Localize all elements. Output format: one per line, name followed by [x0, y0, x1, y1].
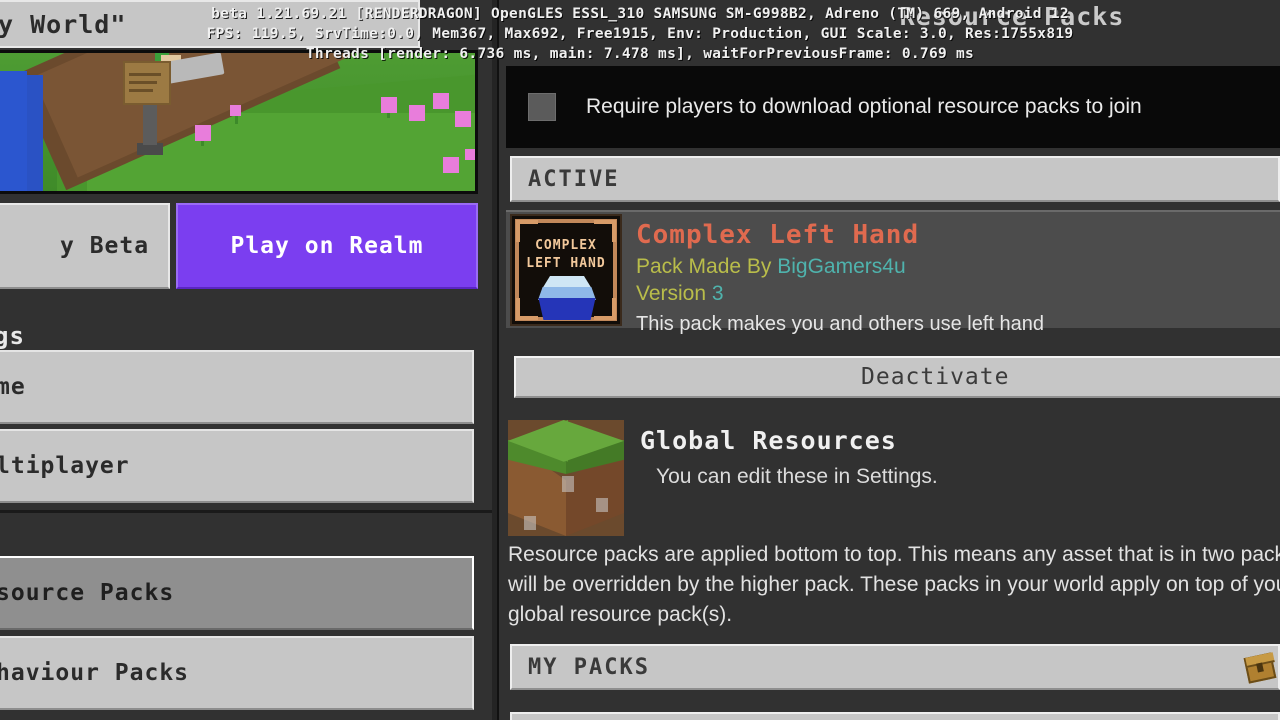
sidebar-item-multiplayer[interactable]: ltiplayer — [0, 429, 474, 503]
pack-version-prefix: Version — [636, 281, 712, 305]
pack-author-name: BigGamers4u — [777, 255, 906, 278]
sidebar-item-behaviour-packs-label: haviour Packs — [0, 660, 190, 686]
active-pack-card[interactable]: COMPLEX LEFT HAND Complex Left Hand Pack… — [506, 210, 1280, 335]
global-resources-subtitle: You can edit these in Settings. — [656, 465, 938, 488]
sidebar-item-resource-packs-label: source Packs — [0, 580, 175, 606]
deactivate-label: Deactivate — [861, 364, 1010, 390]
deactivate-button[interactable]: Deactivate — [514, 356, 1280, 398]
grass-block-icon — [508, 420, 624, 536]
active-section-header: ACTIVE — [510, 156, 1280, 202]
play-beta-label: y Beta — [60, 233, 150, 259]
sidebar-item-behaviour-packs[interactable]: haviour Packs — [0, 636, 474, 710]
pack-thumb-line1: COMPLEX — [535, 238, 597, 253]
active-section-title: ACTIVE — [528, 166, 620, 192]
chest-icon — [1243, 652, 1277, 684]
global-resources-title: Global Resources — [640, 426, 897, 455]
pack-version-line: Version 3 — [636, 281, 1044, 308]
page-title: Resource Packs — [899, 2, 1125, 31]
world-preview-image — [0, 50, 478, 194]
sidebar-item-game[interactable]: me — [0, 350, 474, 424]
pack-author-prefix: Pack Made By — [636, 255, 778, 278]
global-resources-row[interactable]: Global Resources You can edit these in S… — [508, 420, 1278, 538]
pack-version-number: 3 — [711, 281, 724, 305]
pack-description: This pack makes you and others use left … — [636, 312, 1045, 335]
pack-name: Complex Left Hand — [636, 220, 920, 250]
require-download-checkbox[interactable] — [528, 93, 556, 121]
pack-author-line: Pack Made By BigGamers4u — [636, 254, 1044, 281]
pack-thumb-line2: LEFT HAND — [526, 256, 606, 271]
settings-section-text: gs — [0, 322, 25, 350]
require-download-toggle-row[interactable]: Require players to download optional res… — [506, 66, 1280, 148]
left-panel: y World" y Beta Play on Realm gs me ltip… — [0, 0, 492, 720]
sidebar-item-multiplayer-label: ltiplayer — [0, 453, 130, 479]
sidebar-item-game-label: me — [0, 374, 26, 400]
play-on-realm-label: Play on Realm — [230, 233, 424, 259]
resource-pack-explanation: Resource packs are applied bottom to top… — [508, 543, 1280, 626]
my-packs-header: MY PACKS — [510, 644, 1280, 690]
panel-divider — [492, 0, 499, 720]
settings-section-label: gs — [0, 318, 234, 354]
play-on-realm-button[interactable]: Play on Realm — [176, 203, 478, 289]
require-download-label: Require players to download optional res… — [586, 95, 1142, 118]
my-packs-title: MY PACKS — [528, 654, 650, 680]
play-beta-button[interactable]: y Beta — [0, 203, 170, 289]
my-packs-first-row[interactable] — [510, 712, 1280, 720]
diamond-icon — [536, 276, 598, 320]
world-action-buttons: y Beta Play on Realm — [0, 203, 478, 289]
minecraft-resource-packs-screen: y World" y Beta Play on Realm gs me ltip… — [0, 0, 1280, 720]
pack-thumbnail-icon: COMPLEX LEFT HAND — [510, 214, 622, 326]
sidebar-item-resource-packs[interactable]: source Packs — [0, 556, 474, 630]
world-title-bar: y World" — [0, 0, 420, 48]
world-title-text: y World" — [0, 9, 127, 39]
